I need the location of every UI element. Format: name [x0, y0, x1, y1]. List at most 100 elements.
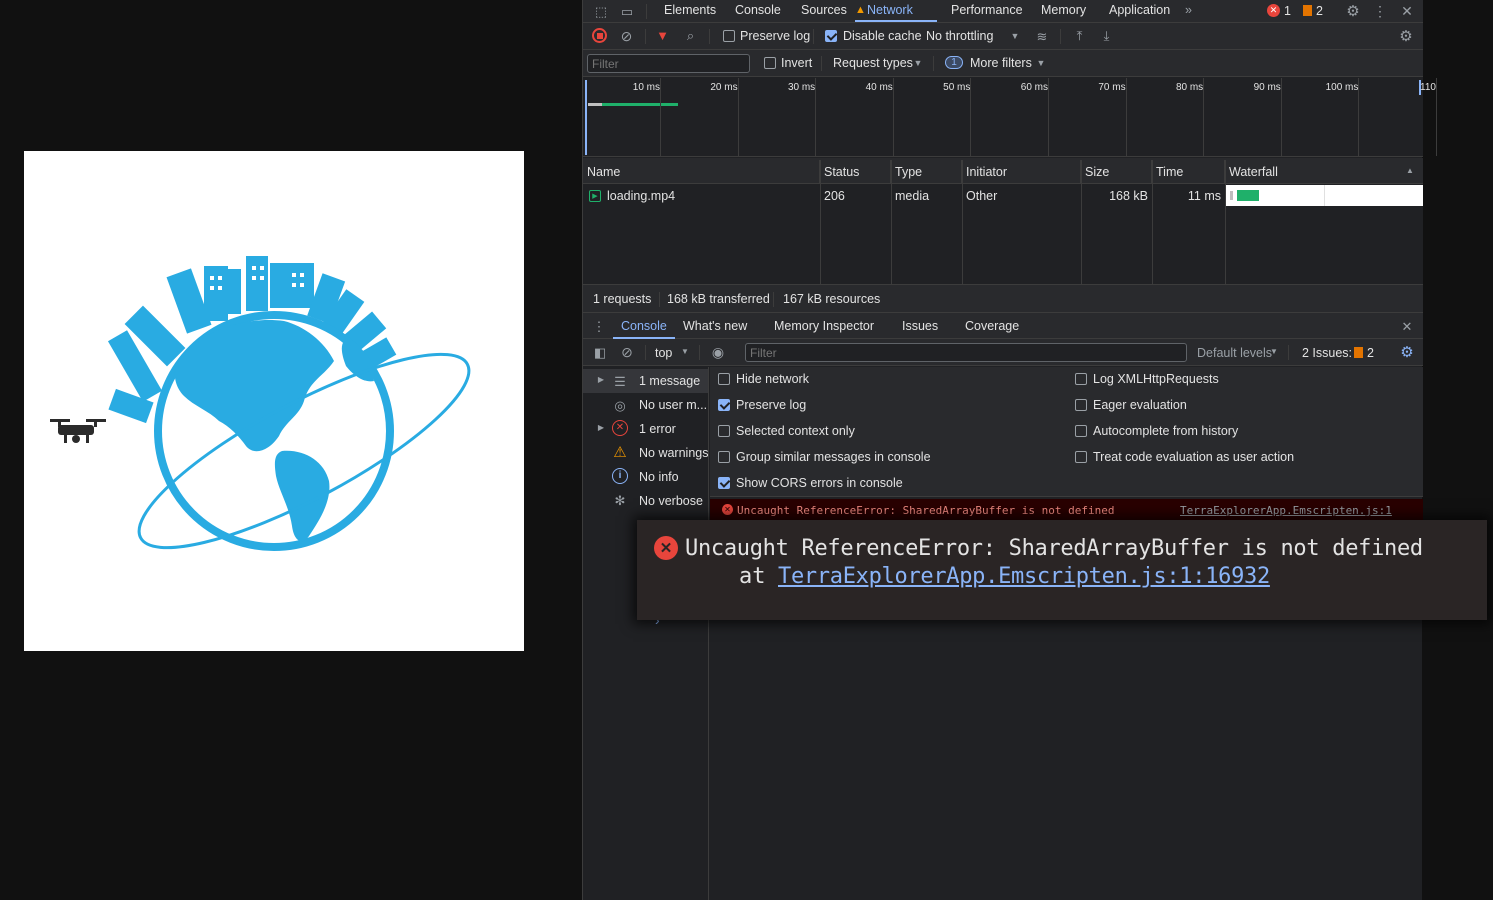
setting-checkbox[interactable] — [1075, 399, 1087, 411]
request-types-dropdown[interactable]: Request types — [833, 56, 913, 70]
setting-checkbox[interactable] — [718, 425, 730, 437]
tab-network[interactable]: ▲ Network — [855, 0, 937, 22]
console-sidebar: ▶ ☰ 1 message ◎ No user m... ▶ ✕ 1 error… — [583, 367, 709, 900]
sidebar-item-warnings[interactable]: ⚠ No warnings — [583, 441, 708, 465]
console-settings-icon[interactable]: ⚙ — [1398, 343, 1416, 361]
drone-icon — [50, 419, 106, 443]
expand-arrow-icon[interactable]: ▶ — [597, 423, 605, 433]
close-devtools-icon[interactable]: ✕ — [1398, 2, 1416, 20]
setting-checkbox[interactable] — [718, 373, 730, 385]
tab-performance[interactable]: Performance — [951, 0, 1023, 22]
setting-label: Preserve log — [736, 398, 807, 412]
tab-application[interactable]: Application — [1109, 0, 1170, 22]
zoomed-error-at: at — [739, 564, 766, 589]
clear-console-icon[interactable]: ⊘ — [619, 344, 635, 360]
column-waterfall[interactable]: Waterfall — [1225, 160, 1423, 184]
context-selector[interactable]: top — [655, 346, 672, 360]
bug-icon: ✻ — [614, 492, 626, 508]
throttling-select[interactable]: No throttling — [926, 29, 993, 43]
record-stop-icon[interactable] — [592, 28, 607, 43]
issues-count[interactable]: 2 — [1367, 346, 1374, 360]
import-har-icon[interactable]: ⤒ — [1072, 28, 1087, 43]
cell-waterfall — [1226, 185, 1423, 206]
cell-type: media — [895, 189, 930, 203]
kebab-menu-icon[interactable]: ⋮ — [1373, 2, 1387, 20]
sidebar-toggle-icon[interactable]: ◧ — [592, 344, 608, 360]
column-initiator[interactable]: Initiator — [962, 160, 1081, 184]
setting-checkbox[interactable] — [1075, 425, 1087, 437]
error-source-link[interactable]: TerraExplorerApp.Emscripten.js:1 — [1180, 504, 1392, 517]
drawer-tab-whats-new[interactable]: What's new — [683, 316, 747, 338]
close-drawer-icon[interactable]: ✕ — [1399, 318, 1415, 334]
drawer-tab-issues[interactable]: Issues — [902, 316, 938, 338]
setting-checkbox[interactable] — [718, 477, 730, 489]
setting-checkbox[interactable] — [718, 451, 730, 463]
drawer-tab-coverage[interactable]: Coverage — [965, 316, 1019, 338]
sidebar-item-verbose[interactable]: ✻ No verbose — [583, 489, 708, 513]
disable-cache-checkbox[interactable] — [825, 30, 837, 42]
filter-icon[interactable]: ▼ — [655, 28, 670, 43]
timeline-gridline — [815, 78, 817, 156]
sidebar-item-user-messages[interactable]: ◎ No user m... — [583, 393, 708, 417]
drawer-tab-memory-inspector[interactable]: Memory Inspector — [774, 316, 874, 338]
timeline-tick-label: 50 ms — [943, 82, 971, 93]
warning-icon: ▲ — [855, 4, 866, 16]
error-count-icon: ✕ — [1267, 4, 1280, 17]
devtools-panel: ⬚ ▭ Elements Console Sources ▲ Network P… — [582, 0, 1437, 900]
sidebar-item-messages[interactable]: ▶ ☰ 1 message — [583, 369, 708, 393]
timeline-gridline — [892, 78, 894, 156]
tab-console[interactable]: Console — [735, 0, 781, 22]
column-time[interactable]: Time — [1152, 160, 1225, 184]
info-icon: i — [612, 468, 628, 484]
drawer-tab-console[interactable]: Console — [613, 316, 675, 339]
preserve-log-checkbox[interactable] — [723, 30, 735, 42]
sidebar-item-info[interactable]: i No info — [583, 465, 708, 489]
more-tabs-icon[interactable]: » — [1185, 0, 1192, 22]
cell-time: 11 ms — [1187, 189, 1221, 203]
log-levels-dropdown[interactable]: Default levels — [1197, 346, 1272, 360]
timeline-handle-left[interactable] — [585, 80, 587, 155]
search-icon[interactable]: ⌕ — [683, 28, 698, 43]
inspect-element-icon[interactable]: ⬚ — [593, 3, 609, 19]
zoomed-error-link[interactable]: TerraExplorerApp.Emscripten.js:1:16932 — [778, 564, 1270, 589]
tab-elements[interactable]: Elements — [664, 0, 716, 22]
export-har-icon[interactable]: ⤓ — [1099, 28, 1114, 43]
invert-checkbox[interactable] — [764, 57, 776, 69]
network-conditions-icon[interactable]: ≋ — [1034, 28, 1050, 44]
setting-label: Log XMLHttpRequests — [1093, 372, 1219, 386]
filter-bar: Invert Request types ▼ 1 More filters ▼ — [583, 50, 1423, 77]
cell-name[interactable]: loading.mp4 — [603, 185, 679, 207]
issue-count[interactable]: 2 — [1316, 4, 1323, 18]
setting-checkbox[interactable] — [1075, 373, 1087, 385]
sort-ascending-icon: ▲ — [1406, 166, 1414, 175]
timeline-gridline — [737, 78, 739, 156]
column-size[interactable]: Size — [1081, 160, 1152, 184]
column-type[interactable]: Type — [891, 160, 962, 184]
error-count[interactable]: 1 — [1284, 4, 1291, 18]
timeline-gridline — [1436, 78, 1437, 156]
device-toolbar-icon[interactable]: ▭ — [619, 3, 635, 19]
column-status[interactable]: Status — [820, 160, 891, 184]
clear-icon[interactable]: ⊘ — [619, 28, 634, 43]
column-name[interactable]: Name — [583, 160, 820, 184]
more-filters-dropdown[interactable]: More filters — [970, 56, 1032, 70]
live-expression-eye-icon[interactable]: ◉ — [709, 344, 727, 360]
console-filter-input[interactable] — [745, 343, 1187, 362]
tab-memory[interactable]: Memory — [1041, 0, 1086, 22]
timeline-gridline — [970, 78, 972, 156]
setting-checkbox[interactable] — [718, 399, 730, 411]
network-settings-icon[interactable]: ⚙ — [1397, 27, 1415, 45]
filter-input[interactable] — [587, 54, 750, 73]
resources-size: 167 kB resources — [783, 292, 881, 306]
expand-arrow-icon[interactable]: ▶ — [597, 375, 605, 385]
setting-checkbox[interactable] — [1075, 451, 1087, 463]
setting-label: Eager evaluation — [1093, 398, 1187, 412]
timeline-tick-label: 40 ms — [865, 82, 893, 93]
tab-sources[interactable]: Sources — [801, 0, 847, 22]
console-error-row[interactable]: ✕ Uncaught ReferenceError: SharedArrayBu… — [710, 499, 1423, 521]
settings-gear-icon[interactable]: ⚙ — [1344, 2, 1362, 20]
sidebar-item-errors[interactable]: ▶ ✕ 1 error — [583, 417, 708, 441]
drawer-menu-icon[interactable]: ⋮ — [593, 318, 606, 334]
transferred-size: 168 kB transferred — [667, 292, 770, 306]
issues-label[interactable]: 2 Issues: — [1302, 346, 1352, 360]
